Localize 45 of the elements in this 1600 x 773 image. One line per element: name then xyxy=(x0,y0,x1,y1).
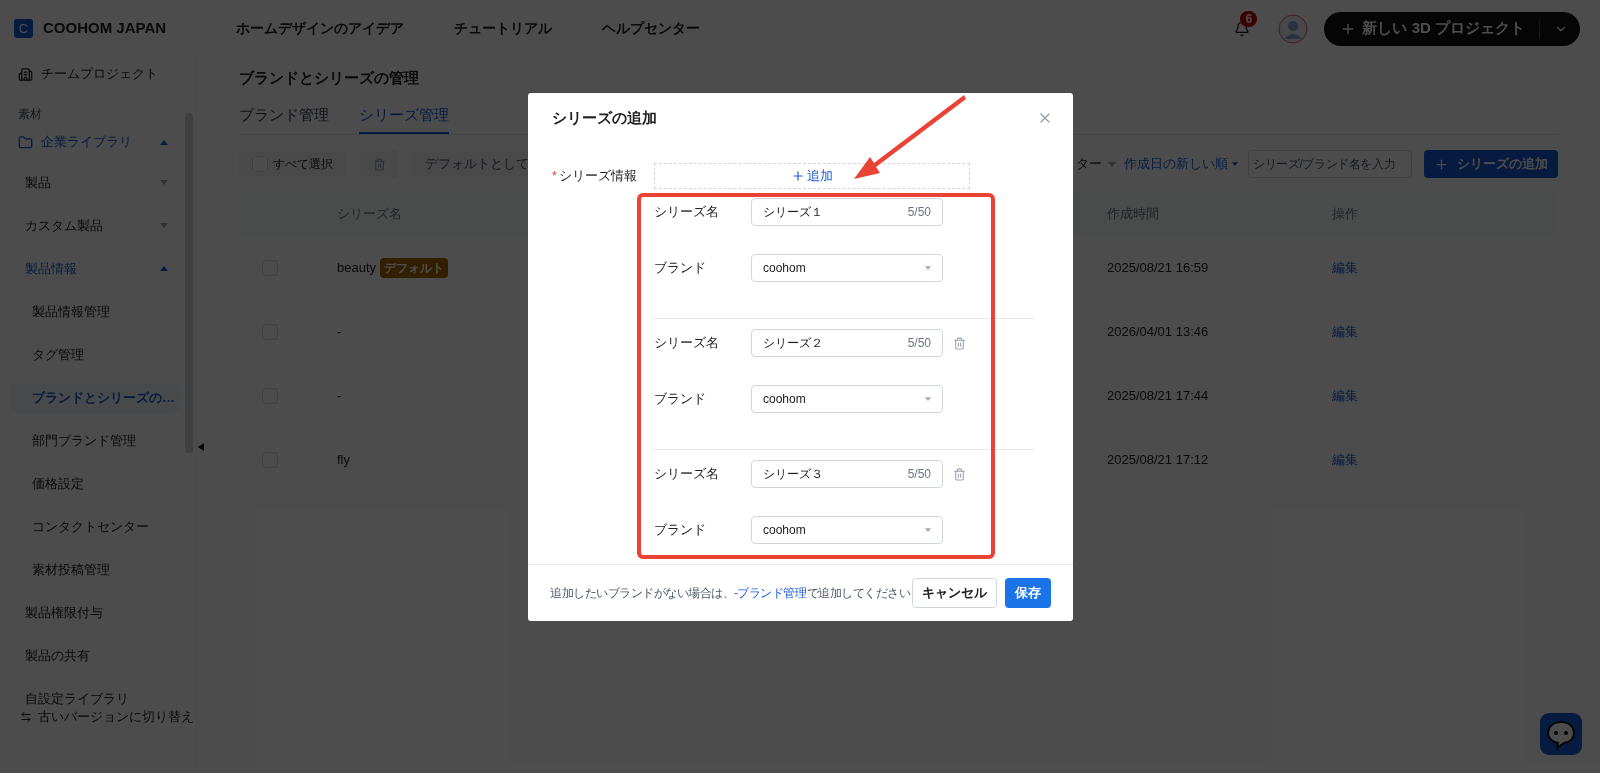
table-cell-text: - xyxy=(337,322,342,341)
brand-label: ブランド xyxy=(654,521,707,540)
table-cell-text: - xyxy=(337,386,342,405)
cancel-button[interactable]: キャンセル xyxy=(912,578,997,608)
table-cell-text: 2026/04/01 13:46 xyxy=(1107,322,1210,341)
character-counter: 5/50 xyxy=(907,466,931,483)
page-title: ブランドとシリーズの管理 xyxy=(239,68,420,88)
caret-icon xyxy=(925,397,931,401)
edit-link[interactable]: 編集 xyxy=(1332,321,1358,342)
series-name-label: シリーズ名 xyxy=(654,465,720,484)
series-name-field[interactable]: シリーズ１ 5/50 xyxy=(751,198,943,226)
table-cell-text: beauty xyxy=(337,258,377,277)
character-counter: 5/50 xyxy=(907,335,931,352)
table-cell-text: 2025/08/21 17:12 xyxy=(1107,450,1210,469)
trash-icon[interactable] xyxy=(953,336,966,350)
brand-label: ブランド xyxy=(654,390,707,409)
table-cell-text: 2025/08/21 17:44 xyxy=(1107,386,1210,405)
edit-link[interactable]: 編集 xyxy=(1332,449,1358,470)
brand-select[interactable]: coohom xyxy=(751,516,943,544)
tab[interactable]: ブランド管理 xyxy=(239,103,329,134)
table-cell-text: fly xyxy=(337,450,350,469)
nav-link[interactable]: ヘルプセンター xyxy=(602,18,701,39)
nav-link[interactable]: チュートリアル xyxy=(454,18,553,39)
series-name-label: シリーズ名 xyxy=(654,334,720,353)
series-name-field[interactable]: シリーズ３ 5/50 xyxy=(751,460,943,488)
nav-link[interactable]: ホームデザインのアイデア xyxy=(236,18,405,39)
brand-select[interactable]: coohom xyxy=(751,254,943,282)
table-cell-text: 2025/08/21 16:59 xyxy=(1107,258,1210,277)
dialog-title: シリーズの追加 xyxy=(552,107,657,128)
edit-link[interactable]: 編集 xyxy=(1332,385,1358,406)
brand-management-link[interactable]: -ブランド管理 xyxy=(734,586,807,600)
caret-icon xyxy=(925,528,931,532)
field-label: *シリーズ情報 xyxy=(552,167,638,185)
brand-name: COOHOM JAPAN xyxy=(43,18,167,39)
plus-icon xyxy=(791,169,805,183)
edit-link[interactable]: 編集 xyxy=(1332,257,1358,278)
brand-select[interactable]: coohom xyxy=(751,385,943,413)
footer-hint: 追加したいブランドがない場合は、-ブランド管理で追加してください xyxy=(550,585,910,602)
brand-label: ブランド xyxy=(654,259,707,278)
series-name-field[interactable]: シリーズ２ 5/50 xyxy=(751,329,943,357)
trash-icon[interactable] xyxy=(953,467,966,481)
save-button[interactable]: 保存 xyxy=(1005,578,1051,608)
caret-icon xyxy=(925,266,931,270)
character-counter: 5/50 xyxy=(907,204,931,221)
series-name-label: シリーズ名 xyxy=(654,203,720,222)
